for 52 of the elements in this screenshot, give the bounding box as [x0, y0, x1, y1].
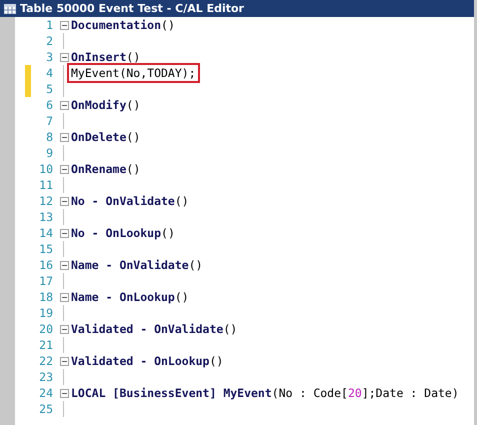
collapse-icon[interactable]	[60, 356, 68, 366]
collapse-icon[interactable]	[60, 132, 68, 142]
code-line: OnRename()	[70, 162, 142, 176]
line-number: 24	[38, 386, 53, 400]
line-number: 9	[45, 146, 53, 160]
line-number: 14	[38, 226, 53, 240]
line-number: 5	[45, 82, 53, 96]
code-line: OnDelete()	[70, 130, 142, 144]
collapse-icon[interactable]	[60, 292, 68, 302]
collapse-icon[interactable]	[60, 388, 68, 398]
line-number: 10	[38, 162, 53, 176]
collapse-icon[interactable]	[60, 164, 68, 174]
code-line: Validated - OnValidate()	[70, 322, 238, 336]
code-line: Name - OnValidate()	[70, 258, 204, 272]
line-number: 1	[45, 18, 53, 32]
code-line: No - OnValidate()	[70, 194, 190, 208]
line-number: 22	[38, 354, 53, 368]
line-number: 18	[38, 290, 53, 304]
collapse-icon[interactable]	[60, 52, 68, 62]
code-line: OnInsert()	[70, 50, 142, 64]
line-number: 25	[38, 402, 53, 416]
line-number: 17	[38, 274, 53, 288]
line-number: 3	[45, 50, 53, 64]
line-number: 8	[45, 130, 53, 144]
line-number: 2	[45, 34, 53, 48]
code-line: Validated - OnLookup()	[70, 354, 224, 368]
line-number: 4	[45, 66, 53, 80]
code-line: No - OnLookup()	[70, 226, 176, 240]
line-number: 21	[38, 338, 53, 352]
line-number: 11	[38, 178, 53, 192]
collapse-icon[interactable]	[60, 100, 68, 110]
collapse-icon[interactable]	[60, 20, 68, 30]
highlighted-code-line: MyEvent(No,TODAY);	[70, 66, 197, 80]
table-icon	[4, 4, 16, 14]
line-number: 16	[38, 258, 53, 272]
code-line: Name - OnLookup()	[70, 290, 190, 304]
code-line: Documentation()	[70, 18, 176, 32]
line-number: 13	[38, 210, 53, 224]
code-line: LOCAL [BusinessEvent] MyEvent(No : Code[20];Date : Date)	[70, 386, 460, 400]
line-number: 7	[45, 114, 53, 128]
line-number: 12	[38, 194, 53, 208]
code-line: OnModify()	[70, 98, 142, 112]
collapse-icon[interactable]	[60, 324, 68, 334]
line-number: 20	[38, 322, 53, 336]
collapse-icon[interactable]	[60, 260, 68, 270]
collapse-icon[interactable]	[60, 228, 68, 238]
window-title: Table 50000 Event Test - C/AL Editor	[20, 2, 244, 15]
line-number: 15	[38, 242, 53, 256]
collapse-icon[interactable]	[60, 196, 68, 206]
line-number: 6	[45, 98, 53, 112]
line-number: 23	[38, 370, 53, 384]
line-number: 19	[38, 306, 53, 320]
